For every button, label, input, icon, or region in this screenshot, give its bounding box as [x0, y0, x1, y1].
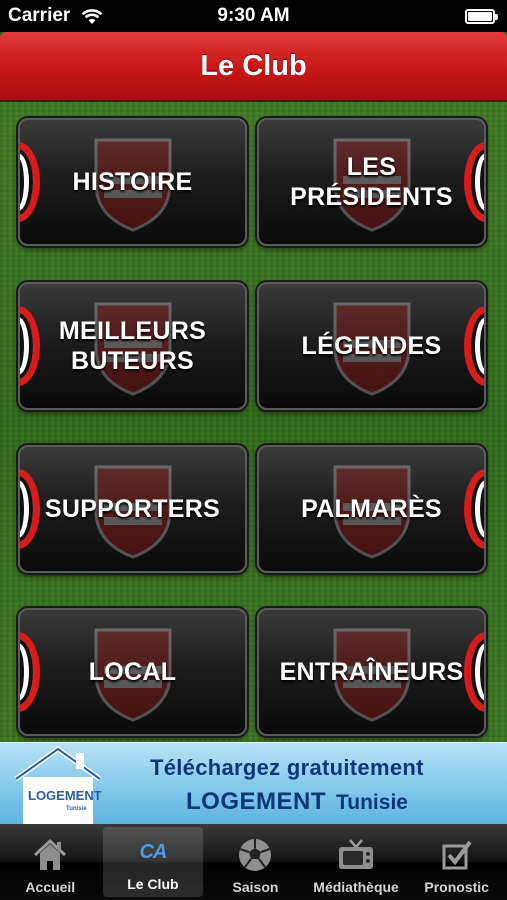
tab-label: Médiathèque [313, 879, 399, 895]
ring-decoration [464, 142, 484, 222]
menu-tile-presidents[interactable]: LES PRÉSIDENTS [257, 118, 486, 246]
menu-tile-local[interactable]: LOCAL [18, 608, 247, 736]
tab-bar: Accueil CA Le Club Saison Médiathèque Pr… [0, 824, 507, 900]
menu-tile-supporters[interactable]: SUPPORTERS [18, 445, 247, 573]
tile-label: PALMARÈS [301, 495, 442, 523]
menu-tile-legendes[interactable]: LÉGENDES [257, 282, 486, 410]
status-left: Carrier [8, 5, 104, 27]
tab-saison[interactable]: Saison [205, 824, 306, 900]
carrier-label: Carrier [8, 5, 71, 26]
tile-label: LES PRÉSIDENTS [290, 153, 453, 211]
tab-label: Accueil [25, 879, 76, 895]
tile-label: LÉGENDES [301, 332, 442, 360]
menu-grid: HISTOIRE LES PRÉSIDENTS MEILLEURS BUTEUR… [0, 102, 507, 742]
nav-bar: Le Club [0, 32, 507, 102]
tab-mediatheque[interactable]: Médiathèque [306, 824, 407, 900]
checkbox-icon [437, 835, 477, 875]
tab-pronostic[interactable]: Pronostic [406, 824, 507, 900]
tile-label: MEILLEURS BUTEURS [58, 317, 207, 375]
page-title: Le Club [200, 49, 307, 82]
battery-icon [465, 8, 498, 24]
ad-brand: LOGEMENT [186, 788, 326, 815]
ring-decoration [464, 469, 484, 549]
ca-icon: CA [133, 832, 173, 872]
ad-country: Tunisie [336, 791, 408, 814]
logement-logo: LOGEMENT Tunisie [14, 746, 102, 824]
tab-label: Saison [232, 879, 279, 895]
tab-le-club[interactable]: CA Le Club [102, 827, 204, 897]
ad-banner[interactable]: LOGEMENT Tunisie Téléchargez gratuitemen… [0, 742, 507, 824]
ring-decoration [20, 632, 40, 712]
ca-icon-text: CA [139, 840, 167, 863]
menu-tile-entraineurs[interactable]: ENTRAÎNEURS [257, 608, 486, 736]
menu-tile-meilleurs-buteurs[interactable]: MEILLEURS BUTEURS [18, 282, 247, 410]
tab-label: Pronostic [424, 879, 489, 895]
menu-tile-palmares[interactable]: PALMARÈS [257, 445, 486, 573]
status-bar: Carrier 9:30 AM [0, 0, 507, 32]
home-icon [30, 835, 70, 875]
menu-tile-histoire[interactable]: HISTOIRE [18, 118, 247, 246]
tile-label: HISTOIRE [72, 168, 193, 196]
ring-decoration [20, 306, 40, 386]
ring-decoration [20, 142, 40, 222]
tile-label: SUPPORTERS [44, 495, 221, 523]
logo-sub-text: Tunisie [66, 806, 87, 812]
soccer-ball-icon [235, 835, 275, 875]
tile-label: LOCAL [88, 658, 177, 686]
ring-decoration [464, 632, 484, 712]
ad-headline: Téléchargez gratuitement [150, 755, 424, 780]
tab-label: Le Club [127, 876, 179, 892]
wifi-icon [82, 9, 103, 24]
tv-icon [336, 835, 376, 875]
ring-decoration [464, 306, 484, 386]
tab-accueil[interactable]: Accueil [0, 824, 101, 900]
ring-decoration [20, 469, 40, 549]
logo-main-text: LOGEMENT [28, 788, 102, 803]
tile-label: ENTRAÎNEURS [279, 658, 464, 686]
ad-subline: LOGEMENT Tunisie [186, 788, 408, 816]
